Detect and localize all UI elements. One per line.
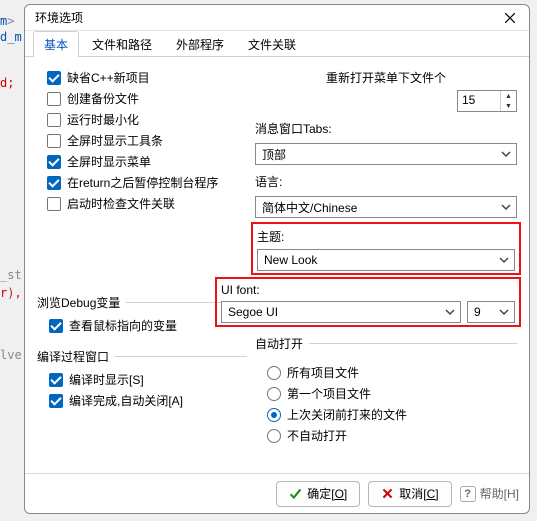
checkbox-label: 全屏时显示工具条 [67, 132, 163, 149]
reopen-label: 重新打开菜单下文件个 [255, 69, 517, 86]
msg-tabs-label: 消息窗口Tabs: [255, 120, 517, 137]
group-autoopen: 自动打开 [255, 335, 517, 352]
chevron-down-icon [498, 306, 510, 318]
checkbox[interactable] [47, 134, 61, 148]
font-label: UI font: [221, 283, 515, 297]
radio-label: 所有项目文件 [287, 364, 359, 381]
radio-row[interactable]: 第一个项目文件 [267, 383, 517, 404]
language-select[interactable]: 简体中文/Chinese [255, 196, 517, 218]
radio-label: 第一个项目文件 [287, 385, 371, 402]
radio-label: 不自动打开 [287, 427, 347, 444]
checkbox[interactable] [47, 155, 61, 169]
tab-basic[interactable]: 基本 [33, 31, 79, 56]
theme-select[interactable]: New Look [257, 249, 515, 271]
reopen-count-spinner[interactable]: 15 ▲▼ [457, 90, 517, 112]
select-value: New Look [264, 253, 498, 267]
radio-label: 上次关闭前打来的文件 [287, 406, 407, 423]
tab-files-paths[interactable]: 文件和路径 [81, 31, 163, 56]
check-icon [289, 487, 302, 500]
group-compile-window: 编译过程窗口 [37, 348, 247, 365]
radio[interactable] [267, 408, 281, 422]
cancel-label: 取消[C] [399, 485, 438, 502]
help-button[interactable]: ? 帮助[H] [460, 485, 519, 502]
radio[interactable] [267, 387, 281, 401]
help-label: 帮助[H] [480, 485, 519, 502]
titlebar: 环境选项 [25, 5, 529, 31]
bg-code: d_m [0, 30, 22, 44]
checkbox-label: 全屏时显示菜单 [67, 153, 151, 170]
tab-bar: 基本 文件和路径 外部程序 文件关联 [25, 31, 529, 57]
checkbox-label: 在return之后暂停控制台程序 [67, 174, 218, 191]
chevron-down-icon [498, 254, 510, 266]
font-select[interactable]: Segoe UI [221, 301, 461, 323]
msg-tabs-select[interactable]: 顶部 [255, 143, 517, 165]
bg-code: _st [0, 268, 22, 282]
checkbox-row[interactable]: 缺省C++新项目 [47, 67, 247, 88]
chevron-down-icon [444, 306, 456, 318]
radio-row[interactable]: 不自动打开 [267, 425, 517, 446]
checkbox[interactable] [47, 197, 61, 211]
environment-options-dialog: 环境选项 基本 文件和路径 外部程序 文件关联 缺省C++新项目 创建备份文件 … [24, 4, 530, 514]
ok-label: 确定[O] [307, 485, 347, 502]
checkbox[interactable] [49, 373, 63, 387]
cancel-button[interactable]: 取消[C] [368, 481, 451, 507]
radio-row[interactable]: 上次关闭前打来的文件 [267, 404, 517, 425]
close-icon [505, 13, 515, 23]
checkbox-label: 查看鼠标指向的变量 [69, 317, 177, 334]
checkbox[interactable] [47, 113, 61, 127]
tab-external-programs[interactable]: 外部程序 [165, 31, 235, 56]
bg-code: m> [0, 14, 14, 28]
checkbox-row[interactable]: 运行时最小化 [47, 109, 247, 130]
dialog-footer: 确定[O] 取消[C] ? 帮助[H] [25, 473, 529, 513]
checkbox-label: 运行时最小化 [67, 111, 139, 128]
chevron-down-icon [500, 201, 512, 213]
checkbox-label: 编译完成,自动关闭[A] [69, 392, 183, 409]
select-value: 简体中文/Chinese [262, 199, 500, 216]
checkbox-label: 缺省C++新项目 [67, 69, 150, 86]
radio[interactable] [267, 366, 281, 380]
checkbox-row[interactable]: 全屏时显示菜单 [47, 151, 247, 172]
select-value: 9 [474, 305, 498, 319]
checkbox-row[interactable]: 编译完成,自动关闭[A] [49, 390, 247, 411]
checkbox[interactable] [47, 92, 61, 106]
bg-code: d; [0, 76, 14, 90]
tab-file-assoc[interactable]: 文件关联 [237, 31, 307, 56]
checkbox-label: 编译时显示[S] [69, 371, 144, 388]
bg-code: r), [0, 286, 22, 300]
window-title: 环境选项 [35, 9, 497, 26]
font-size-select[interactable]: 9 [467, 301, 515, 323]
language-label: 语言: [255, 173, 517, 190]
select-value: Segoe UI [228, 305, 444, 319]
chevron-down-icon [500, 148, 512, 160]
checkbox[interactable] [49, 319, 63, 333]
cross-icon [381, 487, 394, 500]
reopen-count-value[interactable]: 15 [458, 91, 500, 111]
checkbox-label: 启动时检查文件关联 [67, 195, 175, 212]
radio-row[interactable]: 所有项目文件 [267, 362, 517, 383]
checkbox-row[interactable]: 启动时检查文件关联 [47, 193, 247, 214]
bg-code: lve [0, 348, 22, 362]
checkbox-row[interactable]: 编译时显示[S] [49, 369, 247, 390]
radio[interactable] [267, 429, 281, 443]
select-value: 顶部 [262, 146, 500, 163]
checkbox-row[interactable]: 创建备份文件 [47, 88, 247, 109]
checkbox[interactable] [47, 176, 61, 190]
question-icon: ? [460, 486, 476, 502]
checkbox[interactable] [49, 394, 63, 408]
theme-highlight: 主题: New Look [251, 222, 521, 275]
theme-label: 主题: [257, 228, 515, 245]
ok-button[interactable]: 确定[O] [276, 481, 360, 507]
font-highlight: UI font: Segoe UI 9 [215, 277, 521, 327]
checkbox-row[interactable]: 在return之后暂停控制台程序 [47, 172, 247, 193]
checkbox-row[interactable]: 全屏时显示工具条 [47, 130, 247, 151]
right-column: 重新打开菜单下文件个 15 ▲▼ 消息窗口Tabs: 顶部 语言: 简体中文/C… [255, 67, 517, 469]
left-column: 缺省C++新项目 创建备份文件 运行时最小化 全屏时显示工具条 全屏时显示菜单 … [37, 67, 247, 469]
spinner-arrows[interactable]: ▲▼ [500, 91, 516, 111]
checkbox[interactable] [47, 71, 61, 85]
checkbox-label: 创建备份文件 [67, 90, 139, 107]
dialog-body: 缺省C++新项目 创建备份文件 运行时最小化 全屏时显示工具条 全屏时显示菜单 … [25, 57, 529, 473]
close-button[interactable] [497, 8, 523, 28]
